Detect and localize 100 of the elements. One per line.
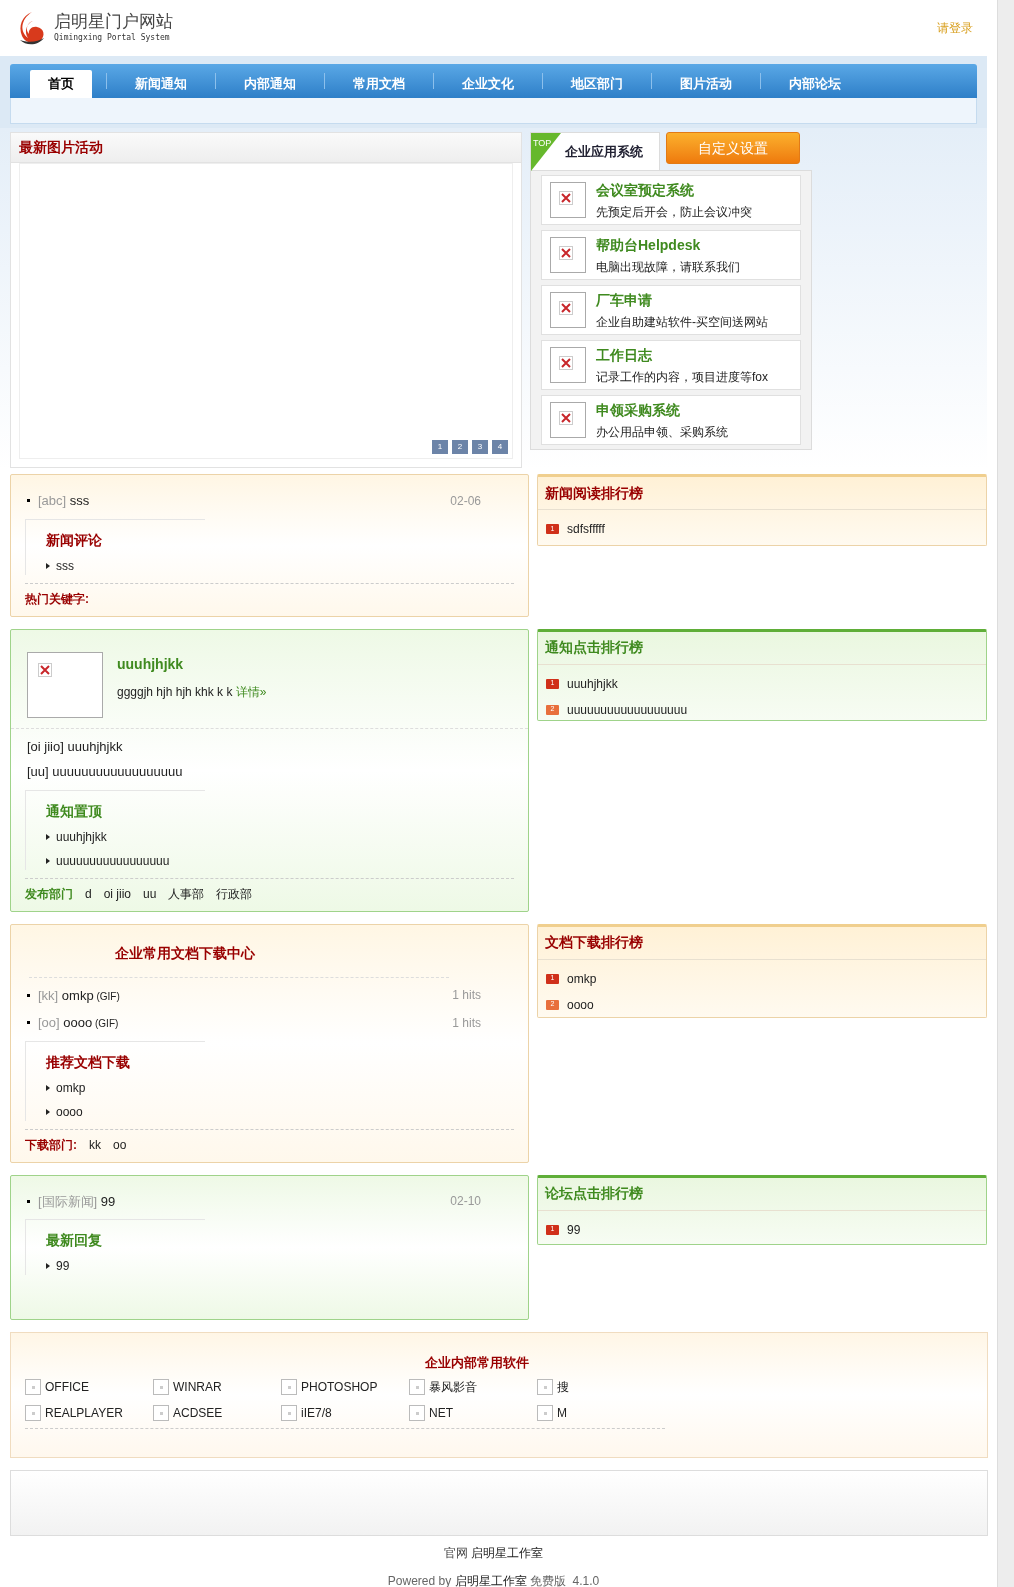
rank-link[interactable]: omkp — [567, 969, 597, 988]
rank-link[interactable]: uuuuuuuuuuuuuuuuuu — [567, 700, 688, 719]
apps-tab[interactable]: TOP 企业应用系统 — [530, 132, 660, 170]
software-icon — [537, 1379, 553, 1395]
bullet-icon — [27, 1021, 30, 1025]
item-meta: 02-10 — [450, 1193, 481, 1211]
app-description: 先预定后开会，防止会议冲突 — [596, 203, 752, 221]
app-title: 厂车申请 — [596, 290, 653, 310]
broken-image-icon — [550, 237, 586, 273]
footer-links: 官网 启明星工作室 — [443, 1544, 544, 1562]
software-icon — [281, 1405, 297, 1421]
subpanel-title: 新闻评论 — [46, 530, 103, 550]
tags-label: 热门关键字: — [25, 590, 89, 608]
studio-link[interactable]: 启明星工作室 — [471, 1545, 544, 1560]
details-link[interactable]: 详情» — [235, 684, 267, 699]
app-title: 会议室预定系统 — [596, 180, 695, 200]
tag-link[interactable]: oi jiio — [103, 884, 132, 903]
chevron-icon — [46, 833, 50, 840]
subpanel-link[interactable]: uuuhjhjkk — [56, 827, 107, 846]
rank-title: 文档下载排行榜 — [545, 933, 643, 952]
app-card[interactable]: 帮助台Helpdesk 电脑出现故障，请联系我们 — [541, 230, 801, 280]
software-icon — [153, 1405, 169, 1421]
app-title: 工作日志 — [596, 345, 653, 365]
news-link[interactable]: [kk] omkp (GIF) — [38, 985, 120, 1005]
software-link[interactable]: NET — [429, 1404, 453, 1422]
subpanel-title: 推荐文档下载 — [46, 1052, 131, 1072]
subpanel-link[interactable]: oooo — [56, 1102, 83, 1121]
tags-label: 下载部门: — [25, 1136, 77, 1154]
tag-link[interactable]: uu — [143, 884, 157, 903]
broken-image-icon — [550, 292, 586, 328]
app-card[interactable]: 工作日志 记录工作的内容，项目进度等fox — [541, 340, 801, 390]
nav-tab[interactable]: 首页 — [30, 70, 92, 98]
page-button[interactable]: 1 — [432, 440, 448, 454]
powered-by-text: Powered by 启明星工作室 免费版 4.1.0 — [387, 1572, 600, 1587]
tag-link[interactable]: 行政部 — [216, 884, 253, 903]
subpanel-title: 最新回复 — [46, 1231, 103, 1250]
app-description: 办公用品申领、采购系统 — [596, 423, 728, 441]
tag-link[interactable]: oo — [113, 1135, 127, 1154]
app-card[interactable]: 厂车申请 企业自助建站软件-买空间送网站 — [541, 285, 801, 335]
bullet-icon — [27, 1199, 30, 1203]
item-meta: 02-06 — [450, 492, 481, 510]
broken-image-icon — [550, 402, 586, 438]
rank-title: 新闻阅读排行榜 — [545, 483, 643, 503]
software-link[interactable]: REALPLAYER — [45, 1404, 123, 1422]
tag-link[interactable]: 人事部 — [168, 884, 205, 903]
section-heading: 企业常用文档下载中心 — [115, 944, 255, 961]
software-link[interactable]: 暴风影音 — [429, 1378, 477, 1396]
app-card[interactable]: 会议室预定系统 先预定后开会，防止会议冲突 — [541, 175, 801, 225]
software-link[interactable]: ACDSEE — [173, 1404, 223, 1422]
item-meta: 1 hits — [452, 987, 481, 1005]
tags-label: 发布部门 — [25, 885, 73, 903]
software-link[interactable]: OFFICE — [45, 1378, 89, 1396]
subpanel-title: 通知置顶 — [46, 801, 103, 821]
app-description: 记录工作的内容，项目进度等fox — [596, 368, 768, 386]
software-icon — [409, 1379, 425, 1395]
app-title: 申领采购系统 — [596, 400, 681, 420]
rank-link[interactable]: sdfsfffff — [567, 520, 605, 538]
software-icon — [25, 1405, 41, 1421]
app-description: 企业自助建站软件-买空间送网站 — [596, 313, 768, 331]
software-link[interactable]: iIE7/8 — [301, 1404, 332, 1422]
broken-image-icon — [27, 651, 103, 718]
bullet-icon — [27, 499, 30, 503]
subpanel-link[interactable]: 99 — [56, 1257, 70, 1275]
news-link[interactable]: [国际新闻] 99 — [38, 1191, 116, 1211]
powered-link[interactable]: 启明星工作室 — [454, 1573, 527, 1587]
app-description: 电脑出现故障，请联系我们 — [596, 258, 740, 276]
subpanel-link[interactable]: uuuuuuuuuuuuuuuuu — [56, 851, 170, 870]
notice-link[interactable]: [uu] uuuuuuuuuuuuuuuuuu — [27, 762, 528, 782]
item-meta: 1 hits — [452, 1014, 481, 1032]
broken-image-icon — [550, 347, 586, 383]
notice-link[interactable]: [oi jiio] uuuhjhjkk — [27, 736, 528, 756]
software-link[interactable]: PHOTOSHOP — [301, 1378, 378, 1396]
software-link[interactable]: 搜 — [557, 1378, 569, 1396]
page-button[interactable]: 2 — [452, 440, 468, 454]
rank-link[interactable]: uuuhjhjkk — [567, 674, 618, 693]
app-title: 帮助台Helpdesk — [596, 235, 702, 255]
site-title: 启明星门户网站 — [54, 12, 173, 32]
software-link[interactable]: WINRAR — [173, 1378, 222, 1396]
software-link[interactable]: M — [557, 1404, 567, 1422]
subpanel-link[interactable]: omkp — [56, 1078, 86, 1097]
feature-title[interactable]: uuuhjhjkk — [117, 653, 267, 675]
app-card[interactable]: 申领采购系统 办公用品申领、采购系统 — [541, 395, 801, 445]
rank-link[interactable]: oooo — [567, 995, 594, 1014]
software-title: 企业内部常用软件 — [425, 1353, 530, 1372]
chevron-icon — [46, 1084, 50, 1091]
tag-link[interactable]: kk — [89, 1135, 101, 1154]
tag-link[interactable]: d — [85, 884, 92, 903]
bullet-icon — [27, 993, 30, 997]
page-button[interactable]: 4 — [492, 440, 508, 454]
subpanel-link[interactable]: sss — [56, 556, 74, 575]
chevron-icon — [46, 857, 50, 864]
broken-image-icon — [550, 182, 586, 218]
software-icon — [153, 1379, 169, 1395]
rank-link[interactable]: 99 — [567, 1220, 581, 1239]
page-button[interactable]: 3 — [472, 440, 488, 454]
news-link[interactable]: [oo] oooo (GIF) — [38, 1013, 119, 1033]
software-icon — [409, 1405, 425, 1421]
site-subtitle: Qimingxing Portal System — [54, 32, 171, 44]
news-link[interactable]: [abc] sss — [38, 491, 90, 511]
chevron-icon — [46, 562, 50, 569]
